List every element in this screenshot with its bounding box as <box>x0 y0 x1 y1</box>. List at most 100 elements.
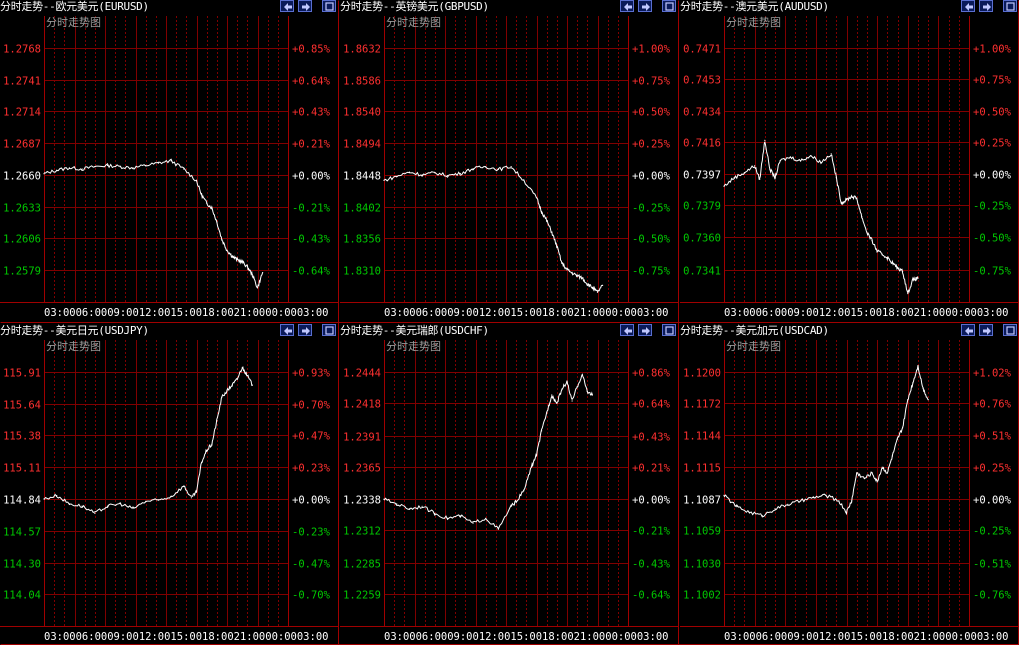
arrow-left-icon[interactable] <box>961 324 975 336</box>
data-point <box>576 275 578 277</box>
panel-buttons <box>961 0 1019 14</box>
y-tick-label: 114.30 <box>3 559 41 571</box>
arrow-right-icon[interactable] <box>638 324 652 336</box>
chart-subtitle: 分时走势图 <box>726 340 781 353</box>
data-point <box>602 284 604 286</box>
data-point <box>922 387 924 389</box>
data-point <box>81 505 83 507</box>
maximize-icon[interactable] <box>322 0 336 12</box>
chart-subtitle: 分时走势图 <box>386 16 441 29</box>
arrow-left-icon[interactable] <box>620 324 634 336</box>
data-point <box>769 168 771 170</box>
chart-panel[interactable]: 分时走势--英镑美元(GBPUSD) 1.8632 +1.00% 1.8586 +0.7… <box>340 0 678 321</box>
y-tick-label: 115.11 <box>3 463 41 475</box>
data-point <box>927 399 929 401</box>
pct-tick-label: +0.43% <box>292 107 331 119</box>
data-point <box>216 221 218 223</box>
pct-tick-label: +0.70% <box>292 400 331 412</box>
arrow-left-icon[interactable] <box>961 0 975 12</box>
data-point <box>523 179 525 181</box>
chart-panel[interactable]: 分时走势--美元瑞郎(USDCHF) 1.2444 +0.86% 1.2418 +0.6… <box>340 324 678 645</box>
data-point <box>866 231 868 233</box>
arrow-right-icon[interactable] <box>298 0 312 12</box>
y-tick-label: 1.2714 <box>3 107 41 119</box>
pct-tick-label: -0.47% <box>292 559 331 571</box>
data-point <box>262 272 264 274</box>
pct-tick-label: +0.00% <box>973 495 1012 507</box>
data-point <box>551 231 553 233</box>
y-tick-label: 1.2768 <box>3 44 41 56</box>
arrow-right-icon[interactable] <box>979 324 993 336</box>
data-point <box>236 259 238 261</box>
pct-tick-label: +1.00% <box>632 44 671 56</box>
data-point <box>886 472 888 474</box>
arrow-left-icon[interactable] <box>280 0 294 12</box>
chart-subtitle: 分时走势图 <box>386 340 441 353</box>
chart-panel[interactable]: 分时走势--澳元美元(AUDUSD) 0.7471 +1.00% 0.7453 +0.7… <box>680 0 1019 321</box>
y-tick-label: 115.91 <box>3 368 41 380</box>
y-tick-label: 1.2579 <box>3 266 41 278</box>
data-point <box>145 164 147 167</box>
data-point <box>576 386 578 388</box>
chart-subtitle: 分时走势图 <box>46 340 101 353</box>
data-point <box>571 272 573 274</box>
arrow-left-icon[interactable] <box>620 0 634 12</box>
data-point <box>226 390 228 392</box>
data-point <box>556 245 558 247</box>
data-point <box>56 494 58 497</box>
y-tick-label: 0.7341 <box>683 266 721 278</box>
maximize-icon[interactable] <box>322 324 336 336</box>
panel-buttons <box>620 324 678 338</box>
maximize-icon[interactable] <box>662 324 676 336</box>
data-point <box>434 172 436 174</box>
pct-tick-label: -0.75% <box>973 266 1012 278</box>
chart-panel[interactable]: 分时走势--美元日元(USDJPY) 115.91 +0.93% 115.64 +0.7… <box>0 324 338 645</box>
pct-tick-label: -0.25% <box>973 526 1012 538</box>
pct-tick-label: +0.47% <box>292 431 331 443</box>
chart-plot: 0.7471 +1.00% 0.7453 +0.75% 0.7434 +0.50% 0.74… <box>680 16 1019 319</box>
chart-panel[interactable]: 分时走势--美元加元(USDCAD) 1.1200 +1.02% 1.1172 +0.7… <box>680 324 1019 645</box>
data-point <box>472 522 474 524</box>
maximize-icon[interactable] <box>662 0 676 12</box>
maximize-icon[interactable] <box>1003 324 1017 336</box>
data-point <box>221 239 223 241</box>
data-point <box>876 481 878 483</box>
data-point <box>748 511 751 513</box>
data-point <box>810 155 812 157</box>
arrow-right-icon[interactable] <box>298 324 312 336</box>
data-point <box>216 420 218 422</box>
data-point <box>825 494 827 496</box>
y-tick-label: 1.1115 <box>683 463 721 475</box>
data-point <box>485 517 487 519</box>
x-tick-labels: 03:0006:0009:0012:0015:0018:0021:0000:00… <box>384 631 668 643</box>
data-point <box>800 500 802 502</box>
y-tick-label: 1.2391 <box>343 432 381 444</box>
y-tick-label: 0.7397 <box>683 170 721 182</box>
data-point <box>838 500 840 502</box>
data-point <box>157 499 159 501</box>
data-point <box>396 503 398 505</box>
data-point <box>81 168 83 170</box>
pct-tick-label: -0.43% <box>632 559 671 571</box>
data-point <box>251 274 253 276</box>
data-point <box>94 512 96 514</box>
chart-subtitle: 分时走势图 <box>46 16 101 29</box>
data-point <box>383 498 385 500</box>
chart-title: 分时走势--英镑美元(GBPUSD) <box>340 0 489 13</box>
x-tick-labels: 03:0006:0009:0012:0015:0018:0021:0000:00… <box>724 631 1008 643</box>
y-tick-label: 0.7379 <box>683 201 721 213</box>
y-tick-label: 1.1059 <box>683 526 721 538</box>
y-tick-label: 1.1030 <box>683 559 721 571</box>
data-point <box>434 512 436 515</box>
arrow-right-icon[interactable] <box>638 0 652 12</box>
data-point <box>840 202 842 204</box>
panel-buttons <box>280 324 338 338</box>
data-point <box>586 283 588 285</box>
pct-tick-label: -0.76% <box>973 590 1012 602</box>
data-point <box>231 255 233 257</box>
chart-panel[interactable]: 分时走势--欧元美元(EURUSD) 1.2768 +0.85% 1.2741 +0.6… <box>0 0 338 321</box>
maximize-icon[interactable] <box>1003 0 1017 12</box>
panel-buttons <box>961 324 1019 338</box>
arrow-right-icon[interactable] <box>979 0 993 12</box>
arrow-left-icon[interactable] <box>280 324 294 336</box>
